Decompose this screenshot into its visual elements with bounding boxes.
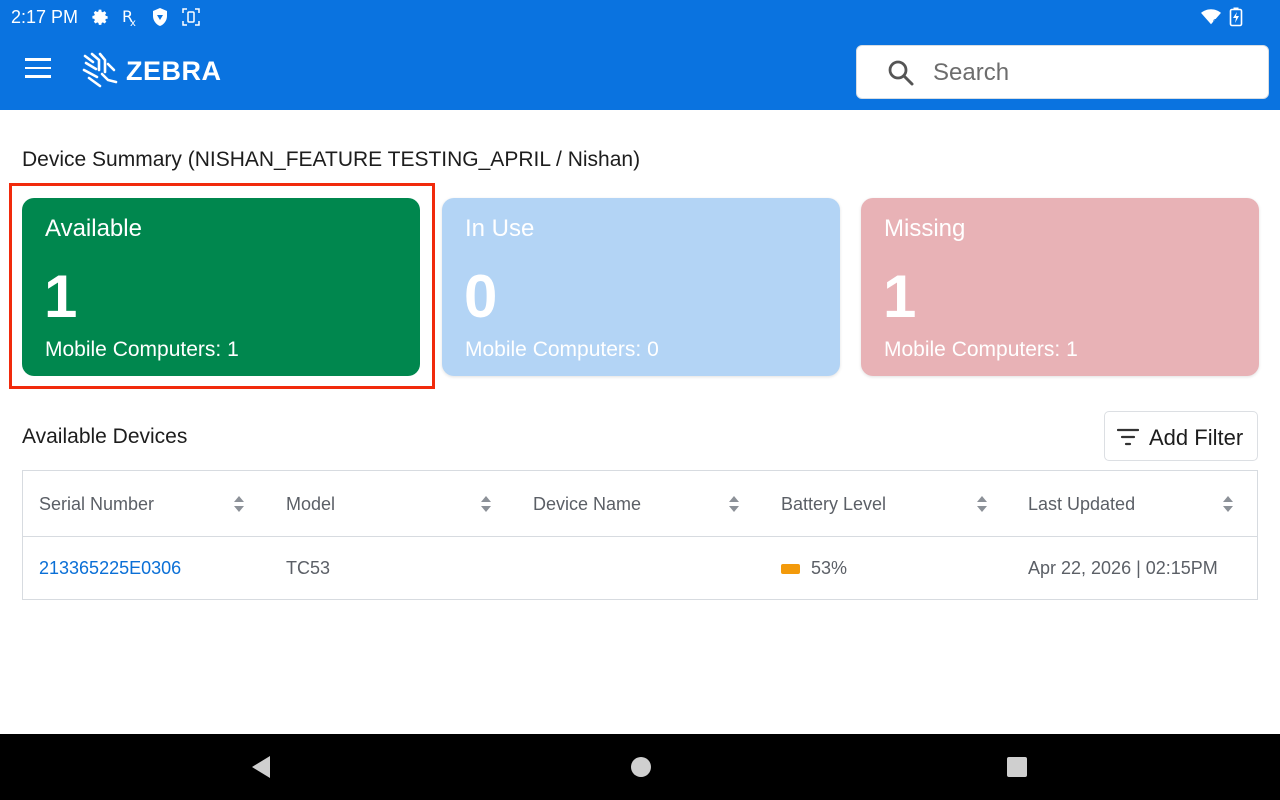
menu-icon-line bbox=[25, 75, 51, 78]
column-header-serial[interactable]: Serial Number bbox=[39, 471, 269, 537]
card-in-use-sub: Mobile Computers: 0 bbox=[465, 338, 659, 361]
back-icon[interactable] bbox=[248, 754, 274, 780]
rx-icon: Rx bbox=[120, 7, 140, 27]
column-header-last-updated[interactable]: Last Updated bbox=[1028, 471, 1248, 537]
screenshot-icon bbox=[181, 7, 201, 27]
status-bar: 2:17 PM Rx 6 bbox=[0, 0, 1280, 34]
add-filter-label: Add Filter bbox=[1149, 425, 1244, 450]
wifi-badge: 6 bbox=[1213, 18, 1217, 25]
menu-button[interactable] bbox=[22, 58, 54, 84]
card-in-use-count: 0 bbox=[464, 263, 498, 330]
card-missing-sub: Mobile Computers: 1 bbox=[884, 338, 1078, 361]
status-time: 2:17 PM bbox=[11, 7, 79, 27]
recents-icon[interactable] bbox=[1004, 754, 1030, 780]
zebra-logo: ZEBRA bbox=[80, 50, 222, 92]
section-title: Available Devices bbox=[22, 425, 188, 448]
card-missing-count: 1 bbox=[883, 263, 917, 330]
search-icon bbox=[888, 60, 914, 86]
card-missing[interactable]: Missing 1 Mobile Computers: 1 bbox=[861, 198, 1259, 376]
filter-icon bbox=[1117, 428, 1139, 446]
sort-icon bbox=[729, 496, 739, 512]
add-filter-button[interactable]: Add Filter bbox=[1104, 411, 1258, 461]
sort-icon bbox=[977, 496, 987, 512]
cell-last-updated: Apr 22, 2026 | 02:15PM bbox=[1028, 558, 1218, 578]
cell-model: TC53 bbox=[286, 558, 331, 578]
table-row[interactable]: 213365225E0306 TC53 53% Apr 22, 2026 | 0… bbox=[23, 537, 1257, 600]
sort-icon bbox=[1223, 496, 1233, 512]
battery-indicator bbox=[781, 563, 800, 574]
card-missing-label: Missing bbox=[884, 215, 966, 242]
column-header-label: Model bbox=[286, 493, 336, 514]
shield-icon bbox=[150, 7, 170, 27]
search-input[interactable] bbox=[933, 56, 1253, 90]
column-header-label: Last Updated bbox=[1028, 493, 1136, 514]
column-header-model[interactable]: Model bbox=[286, 471, 516, 537]
table-header: Serial Number Model Device Name Battery … bbox=[23, 471, 1257, 537]
navigation-bar bbox=[0, 734, 1280, 800]
cell-serial: 213365225E0306 bbox=[39, 537, 181, 600]
card-in-use-label: In Use bbox=[465, 215, 535, 242]
zebra-head-icon bbox=[82, 52, 118, 88]
gear-icon bbox=[90, 7, 110, 27]
wifi-icon: 6 bbox=[1201, 7, 1221, 27]
menu-icon-line bbox=[25, 58, 51, 61]
sort-icon bbox=[481, 496, 491, 512]
column-header-device-name[interactable]: Device Name bbox=[533, 471, 763, 537]
column-header-battery[interactable]: Battery Level bbox=[781, 471, 1011, 537]
battery-value: 53% bbox=[811, 558, 848, 578]
serial-number-link[interactable]: 213365225E0306 bbox=[39, 558, 181, 579]
app-root: 2:17 PM Rx 6 ZEBRA Search Device Summary… bbox=[0, 0, 1280, 800]
home-icon[interactable] bbox=[628, 754, 654, 780]
sort-icon bbox=[234, 496, 244, 512]
page-title: Device Summary (NISHAN_FEATURE TESTING_A… bbox=[22, 148, 641, 171]
column-header-label: Device Name bbox=[533, 493, 642, 514]
svg-text:x: x bbox=[130, 18, 136, 27]
selection-highlight bbox=[9, 183, 435, 389]
column-header-label: Serial Number bbox=[39, 493, 155, 514]
column-header-label: Battery Level bbox=[781, 493, 887, 514]
brand-name: ZEBRA bbox=[126, 55, 222, 86]
devices-table: Serial Number Model Device Name Battery … bbox=[22, 470, 1258, 600]
card-in-use[interactable]: In Use 0 Mobile Computers: 0 bbox=[442, 198, 840, 376]
battery-charging-icon bbox=[1226, 7, 1246, 27]
cell-battery: 53% bbox=[781, 537, 847, 600]
search-box[interactable] bbox=[856, 45, 1269, 99]
menu-icon-line bbox=[25, 66, 51, 70]
